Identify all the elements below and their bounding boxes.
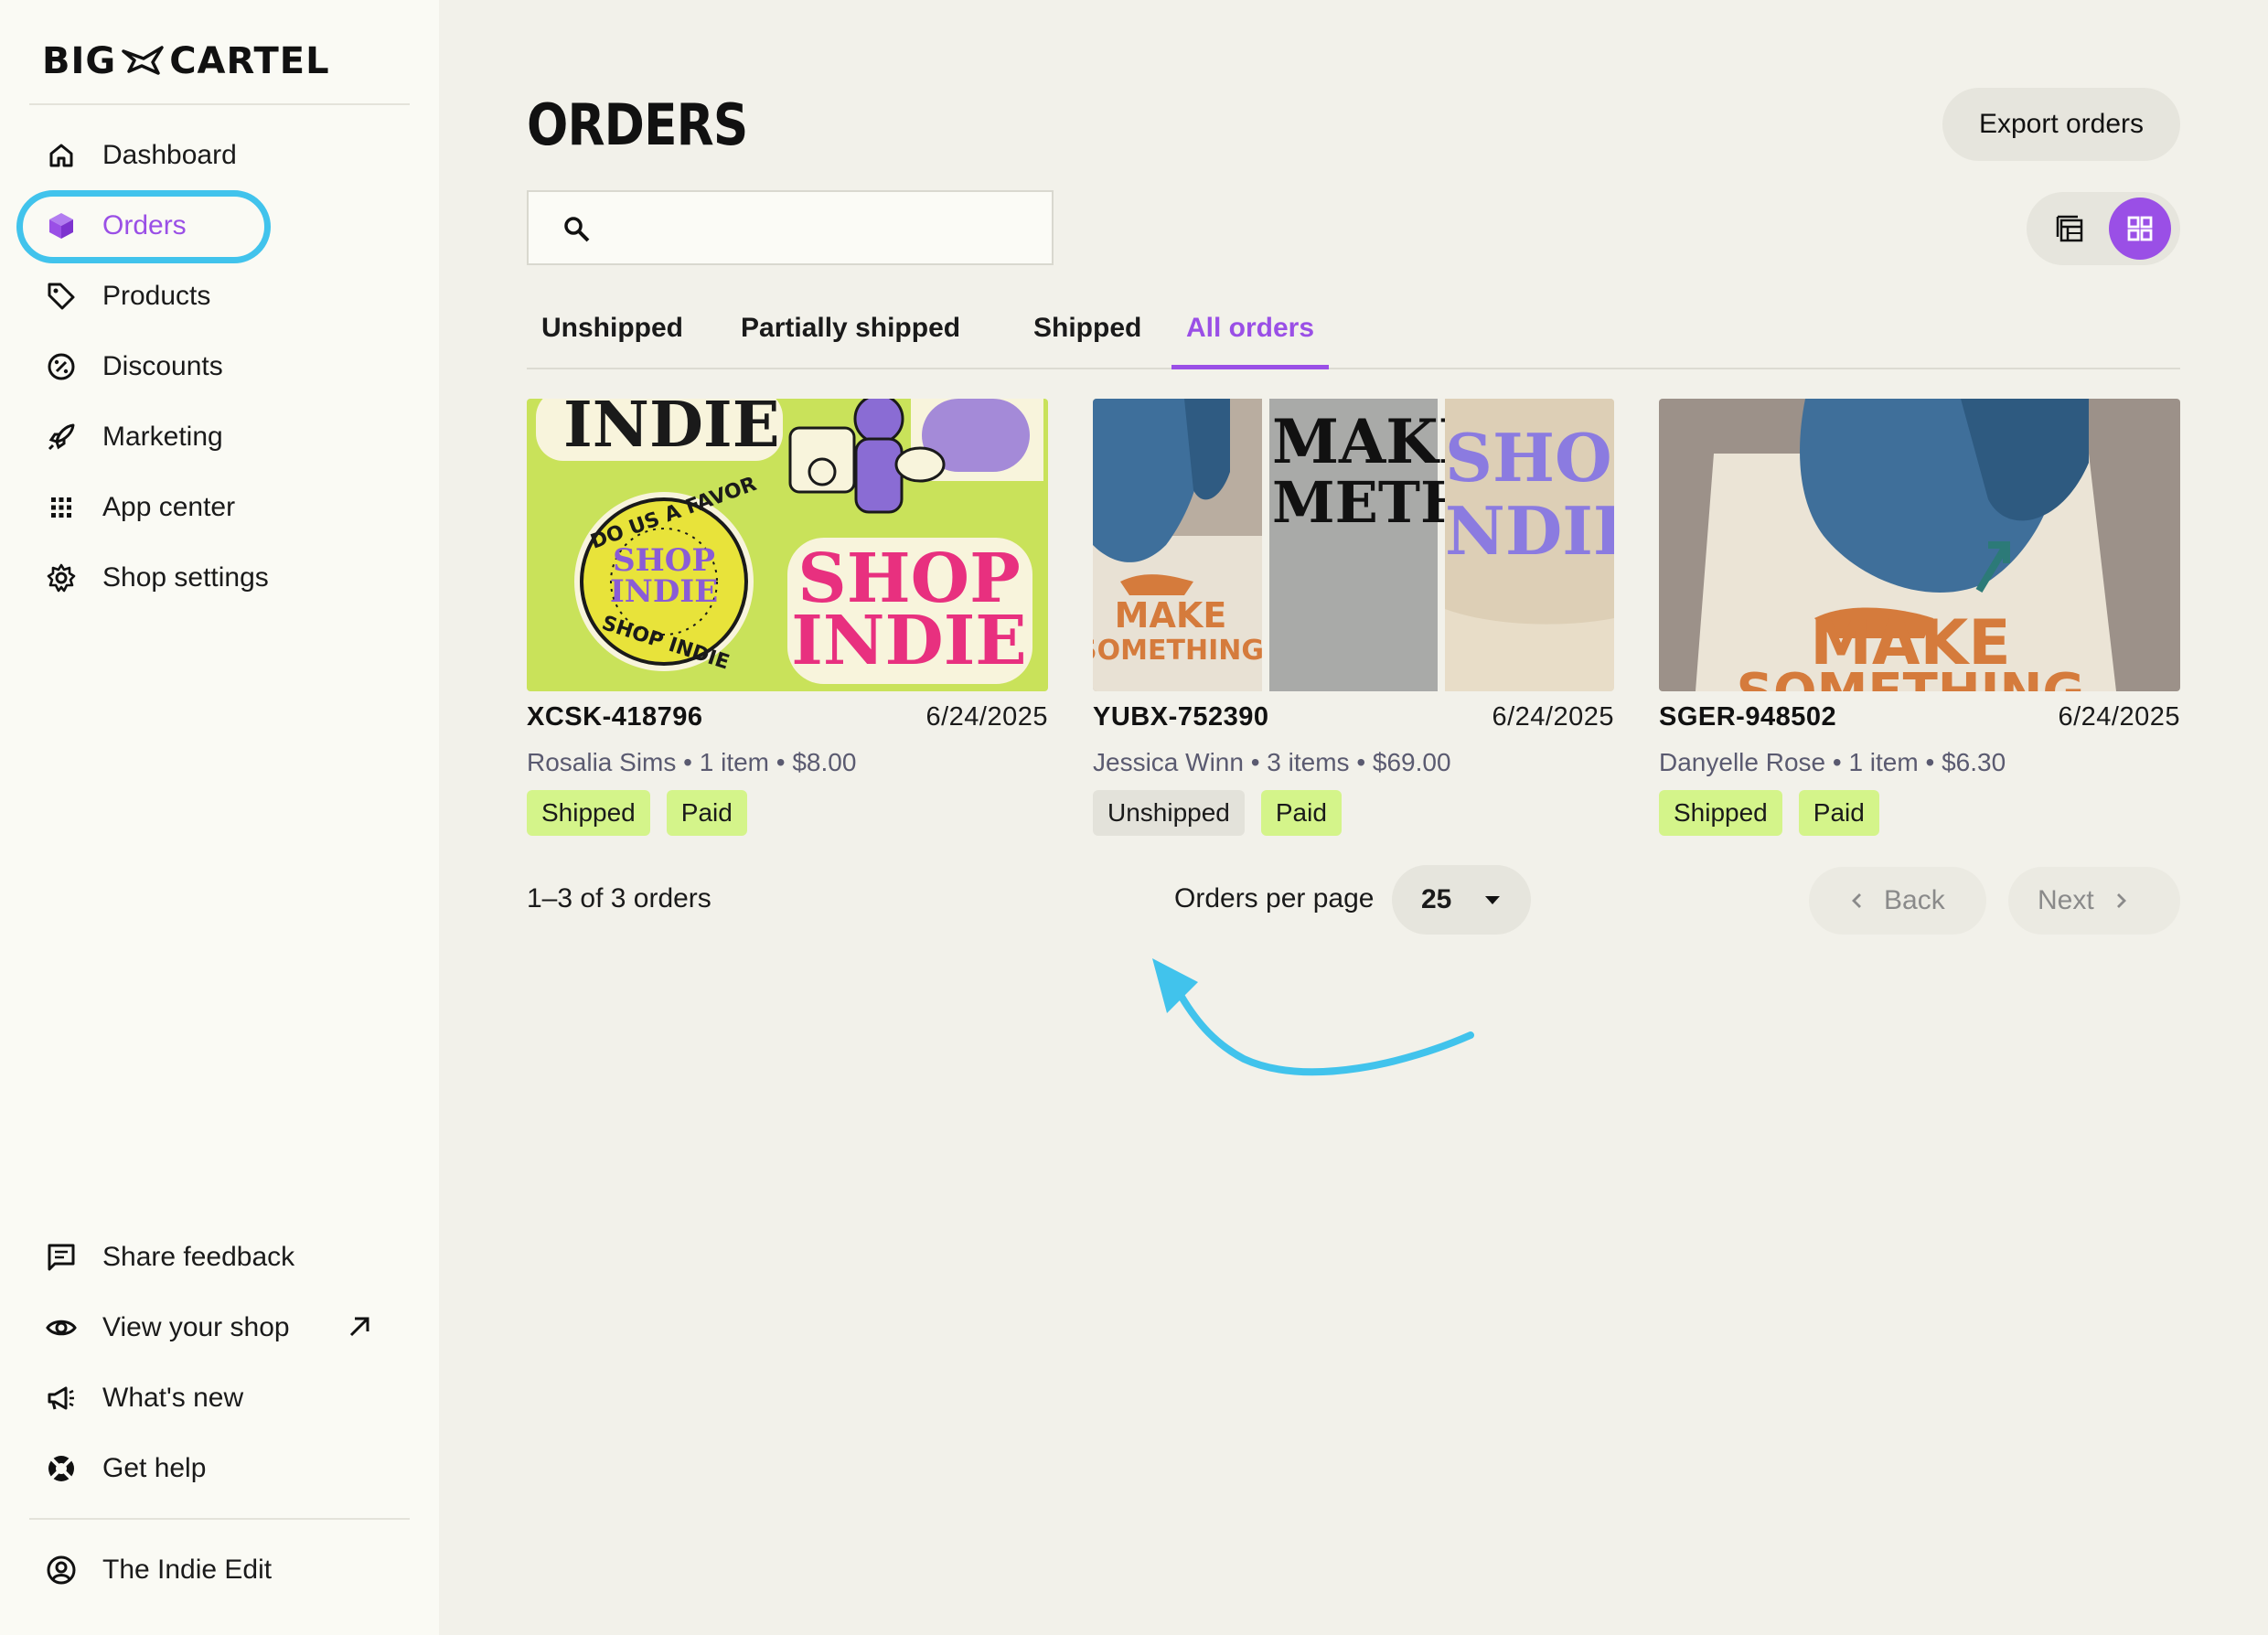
sidebar-divider bbox=[29, 1518, 410, 1520]
order-id[interactable]: YUBX-752390 bbox=[1093, 702, 1269, 732]
sidebar-item-label: Discounts bbox=[102, 351, 223, 381]
eye-icon bbox=[46, 1320, 77, 1336]
order-image[interactable]: INDIE DO US A FAVOR SHOP INDIE SHOP INDI… bbox=[527, 399, 1048, 691]
art-text: INDIE bbox=[610, 573, 718, 610]
sidebar-item-view-shop[interactable]: View your shop bbox=[29, 1298, 410, 1357]
tag-icon bbox=[48, 283, 75, 310]
art-text: NDII bbox=[1445, 492, 1614, 570]
search-input[interactable] bbox=[611, 201, 1041, 256]
tab-shipped[interactable]: Shipped bbox=[1019, 313, 1156, 369]
discount-icon bbox=[48, 353, 75, 380]
per-page-label: Orders per page bbox=[1174, 883, 1375, 914]
sidebar-item-label: App center bbox=[102, 492, 236, 522]
sidebar-item-label: Share feedback bbox=[102, 1242, 295, 1272]
order-count: 1–3 of 3 orders bbox=[527, 883, 711, 914]
art-text: INDIE bbox=[791, 602, 1026, 680]
back-button[interactable]: Back bbox=[1809, 867, 1986, 935]
status-badge: Unshipped bbox=[1093, 790, 1245, 836]
art-text: SHOP bbox=[1445, 419, 1614, 497]
order-badges: Shipped Paid bbox=[1659, 790, 1879, 836]
order-meta: Rosalia Sims • 1 item • $8.00 bbox=[527, 748, 857, 776]
caret-down-icon bbox=[1485, 896, 1500, 904]
chevron-right-icon bbox=[2116, 893, 2126, 908]
page-title: ORDERS bbox=[527, 91, 748, 158]
next-button[interactable]: Next bbox=[2008, 867, 2180, 935]
tab-unshipped[interactable]: Unshipped bbox=[527, 313, 698, 369]
chevron-left-icon bbox=[1852, 893, 1861, 908]
chat-icon bbox=[48, 1244, 75, 1271]
rocket-icon bbox=[48, 423, 75, 451]
per-page-value: 25 bbox=[1421, 884, 1452, 914]
order-id[interactable]: SGER-948502 bbox=[1659, 702, 1836, 732]
sidebar-item-label: The Indie Edit bbox=[102, 1555, 273, 1585]
sidebar-item-label: Products bbox=[102, 281, 211, 311]
next-label: Next bbox=[2038, 885, 2094, 915]
lifebuoy-icon bbox=[48, 1456, 74, 1481]
orders-highlight-ring bbox=[16, 190, 271, 263]
sidebar-item-label: Marketing bbox=[102, 422, 223, 452]
order-date: 6/24/2025 bbox=[925, 702, 1048, 732]
sidebar-item-dashboard[interactable]: Dashboard bbox=[29, 126, 410, 185]
order-image[interactable]: MAKE SOMETHING bbox=[1659, 399, 2180, 691]
sidebar-divider bbox=[29, 103, 410, 105]
grid-view-button[interactable] bbox=[2109, 198, 2171, 260]
tab-partially-shipped[interactable]: Partially shipped bbox=[726, 313, 975, 369]
order-meta: Danyelle Rose • 1 item • $6.30 bbox=[1659, 748, 2006, 776]
order-meta: Jessica Winn • 3 items • $69.00 bbox=[1093, 748, 1451, 776]
table-view-icon bbox=[2056, 215, 2083, 242]
table-view-button[interactable] bbox=[2039, 198, 2102, 260]
sidebar-item-whats-new[interactable]: What's new bbox=[29, 1369, 410, 1427]
art-text: SOMETHING bbox=[1093, 635, 1264, 667]
megaphone-icon bbox=[48, 1386, 74, 1410]
sidebar-item-account[interactable]: The Indie Edit bbox=[29, 1541, 410, 1599]
order-id[interactable]: XCSK-418796 bbox=[527, 702, 703, 732]
bird-logo-icon bbox=[122, 46, 164, 75]
sidebar-item-label: Shop settings bbox=[102, 562, 269, 593]
gear-icon bbox=[47, 563, 76, 593]
order-date: 6/24/2025 bbox=[1492, 702, 1614, 732]
home-icon bbox=[49, 144, 73, 167]
payment-badge: Paid bbox=[666, 790, 747, 836]
order-badges: Unshipped Paid bbox=[1093, 790, 1342, 836]
grid-dots-icon bbox=[51, 497, 71, 518]
per-page-select[interactable]: 25 bbox=[1392, 865, 1531, 935]
annotation-arrow-icon bbox=[1152, 958, 1474, 1076]
sidebar-item-share-feedback[interactable]: Share feedback bbox=[29, 1228, 410, 1287]
status-badge: Shipped bbox=[527, 790, 650, 836]
sidebar-item-label: Dashboard bbox=[102, 140, 237, 170]
order-date: 6/24/2025 bbox=[2058, 702, 2180, 732]
status-badge: Shipped bbox=[1659, 790, 1782, 836]
sidebar-item-products[interactable]: Products bbox=[29, 267, 410, 326]
art-text: MAKE bbox=[1115, 595, 1227, 636]
brand-logo[interactable]: BIG CARTEL bbox=[42, 40, 330, 82]
sidebar-item-get-help[interactable]: Get help bbox=[29, 1439, 410, 1498]
sidebar-item-marketing[interactable]: Marketing bbox=[29, 408, 410, 466]
order-tabs: Unshipped Partially shipped Shipped All … bbox=[527, 307, 2180, 369]
order-image[interactable]: MAKE SOMETHING MAKE METHI SHOP NDII bbox=[1093, 399, 1614, 691]
sidebar-item-discounts[interactable]: Discounts bbox=[29, 337, 410, 396]
search-icon bbox=[564, 217, 590, 242]
art-text: INDIE bbox=[563, 399, 780, 462]
sidebar-item-label: What's new bbox=[102, 1383, 244, 1413]
payment-badge: Paid bbox=[1798, 790, 1879, 836]
external-link-icon bbox=[349, 1317, 369, 1337]
sidebar-item-label: Get help bbox=[102, 1453, 207, 1483]
tab-all-orders[interactable]: All orders bbox=[1171, 313, 1330, 369]
export-orders-button[interactable]: Export orders bbox=[1942, 88, 2180, 161]
back-label: Back bbox=[1884, 885, 1945, 915]
payment-badge: Paid bbox=[1260, 790, 1342, 836]
grid-view-icon bbox=[2127, 216, 2153, 241]
art-text: SOMETHING bbox=[1737, 663, 2085, 691]
sidebar-item-shop-settings[interactable]: Shop settings bbox=[29, 549, 410, 607]
sidebar-item-label: View your shop bbox=[102, 1312, 290, 1342]
order-badges: Shipped Paid bbox=[527, 790, 747, 836]
view-toggle bbox=[2027, 192, 2180, 265]
user-circle-icon bbox=[47, 1555, 76, 1585]
search-box[interactable] bbox=[527, 190, 1054, 265]
sidebar: BIG CARTEL Dashboard Orders Products Dis… bbox=[0, 0, 439, 1635]
logo-text-left: BIG bbox=[42, 40, 117, 82]
sidebar-item-app-center[interactable]: App center bbox=[29, 478, 410, 537]
logo-text-right: CARTEL bbox=[169, 40, 330, 82]
